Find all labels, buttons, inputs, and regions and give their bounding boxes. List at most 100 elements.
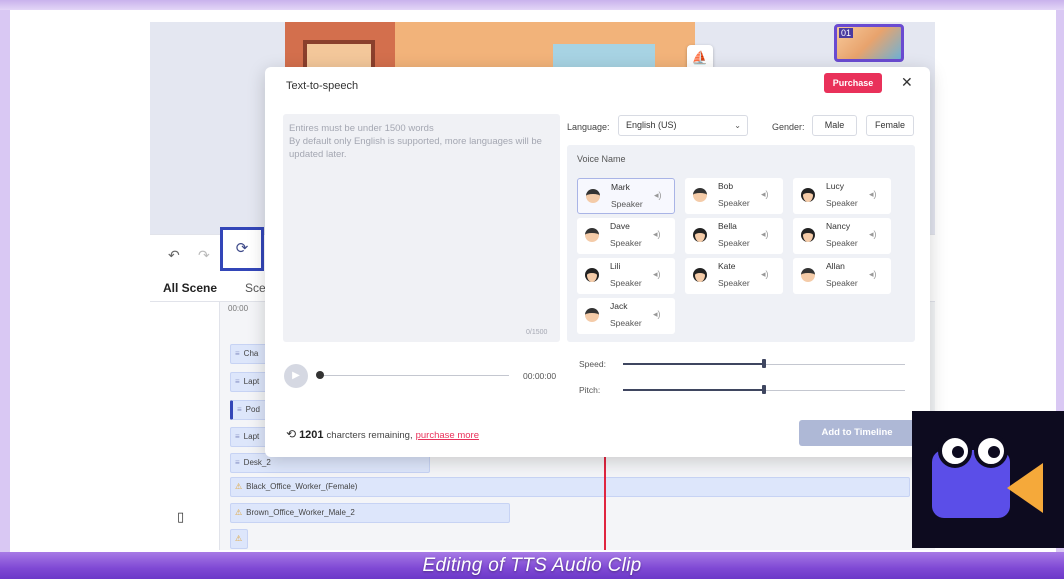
language-value: English (US) <box>626 120 677 130</box>
voice-card-mark[interactable]: Mark Speaker ◂) <box>577 178 675 214</box>
logo-eye-left <box>938 434 972 468</box>
voice-name: Mark <box>611 182 630 192</box>
gender-female-button[interactable]: Female <box>866 115 914 136</box>
remaining-text: charcters remaining, <box>326 430 413 441</box>
voice-card-allan[interactable]: Allan Speaker ◂) <box>793 258 891 294</box>
voice-name: Bella <box>718 221 737 231</box>
characters-remaining: ⟲ 1201 charcters remaining, purchase more <box>286 427 479 441</box>
speed-label: Speed: <box>579 359 606 369</box>
voice-role: Speaker <box>718 238 750 248</box>
scene-thumbnail[interactable]: 01 <box>834 24 904 62</box>
voice-name: Kate <box>718 261 736 271</box>
speaker-preview-icon[interactable]: ◂) <box>654 190 662 201</box>
app-logo <box>912 411 1064 548</box>
track-label: Lapt <box>243 377 260 386</box>
pitch-label: Pitch: <box>579 385 601 395</box>
caption-text: Editing of TTS Audio Clip <box>422 555 642 576</box>
avatar <box>801 228 815 242</box>
film-icon[interactable]: ▯ <box>177 509 184 525</box>
history-icon: ⟳ <box>235 240 249 257</box>
voice-role: Speaker <box>610 238 642 248</box>
frame-top <box>0 0 1064 10</box>
speaker-preview-icon[interactable]: ◂) <box>761 229 769 240</box>
play-icon[interactable]: ▶ <box>284 364 308 388</box>
prop-track-icon: ≡ <box>235 432 240 441</box>
add-to-timeline-button[interactable]: Add to Timeline <box>799 420 915 446</box>
voice-card-nancy[interactable]: Nancy Speaker ◂) <box>793 218 891 254</box>
tts-history-button[interactable]: ⟳ <box>220 227 264 271</box>
frame-left <box>0 10 10 555</box>
avatar <box>693 268 707 282</box>
voice-card-bella[interactable]: Bella Speaker ◂) <box>685 218 783 254</box>
voice-name: Allan <box>826 261 845 271</box>
voice-card-kate[interactable]: Kate Speaker ◂) <box>685 258 783 294</box>
purchase-more-link[interactable]: purchase more <box>416 430 479 441</box>
purchase-button[interactable]: Purchase <box>824 73 882 93</box>
track-label: Desk_2 <box>243 458 271 467</box>
speaker-preview-icon[interactable]: ◂) <box>761 269 769 280</box>
timeline-playhead[interactable] <box>604 455 606 550</box>
tab-scene[interactable]: Sce <box>245 281 266 295</box>
track-label: Cha <box>243 349 259 358</box>
character-track-icon: ⚠ <box>235 508 243 517</box>
avatar <box>585 268 599 282</box>
modal-title: Text-to-speech <box>286 80 359 92</box>
avatar <box>801 268 815 282</box>
remaining-count: 1201 <box>299 429 324 441</box>
voice-name: Nancy <box>826 221 851 231</box>
avatar <box>801 188 815 202</box>
thumbnail-number: 01 <box>839 28 854 38</box>
timeline-track[interactable]: ⚠ <box>230 529 248 549</box>
logo-camera-lens <box>1007 463 1043 513</box>
tab-all-scene[interactable]: All Scene <box>163 281 217 295</box>
voice-panel: Voice Name Mark Speaker ◂) Bob Speaker ◂) Lucy… <box>567 145 915 342</box>
voice-card-jack[interactable]: Jack Speaker ◂) <box>577 298 675 334</box>
gender-label: Gender: <box>772 122 805 132</box>
timeline-ruler-time: 00:00 <box>228 304 249 313</box>
tts-text-input[interactable]: Entires must be under 1500 words By defa… <box>283 114 560 342</box>
redo-icon[interactable]: ↷ <box>198 247 210 264</box>
voice-card-dave[interactable]: Dave Speaker ◂) <box>577 218 675 254</box>
voice-card-lili[interactable]: Lili Speaker ◂) <box>577 258 675 294</box>
undo-icon[interactable]: ↶ <box>168 247 180 264</box>
track-label: Brown_Office_Worker_Male_2 <box>246 508 355 517</box>
character-track-icon: ⚠ <box>235 482 243 491</box>
speaker-preview-icon[interactable]: ◂) <box>653 229 661 240</box>
language-select[interactable]: English (US) ⌄ <box>618 115 748 136</box>
voice-card-lucy[interactable]: Lucy Speaker ◂) <box>793 178 891 214</box>
playback-knob[interactable] <box>316 371 324 379</box>
playback-progress[interactable] <box>317 375 509 376</box>
character-track-icon: ⚠ <box>235 534 243 543</box>
voice-name: Dave <box>610 221 630 231</box>
gender-male-button[interactable]: Male <box>812 115 857 136</box>
speaker-preview-icon[interactable]: ◂) <box>653 309 661 320</box>
track-label: Black_Office_Worker_(Female) <box>246 482 358 491</box>
timeline-track[interactable]: ⚠ Black_Office_Worker_(Female) <box>230 477 910 497</box>
chevron-down-icon: ⌄ <box>734 121 741 130</box>
pitch-slider-knob[interactable] <box>762 385 766 394</box>
speaker-preview-icon[interactable]: ◂) <box>761 189 769 200</box>
logo-eye-right <box>974 434 1008 468</box>
speaker-preview-icon[interactable]: ◂) <box>653 269 661 280</box>
close-icon[interactable]: ✕ <box>901 74 913 91</box>
voice-role: Speaker <box>610 318 642 328</box>
avatar <box>585 308 599 322</box>
tts-modal: Text-to-speech Purchase ✕ Entires must b… <box>265 67 930 457</box>
playback-time: 00:00:00 <box>523 371 557 381</box>
avatar <box>585 228 599 242</box>
speaker-preview-icon[interactable]: ◂) <box>869 229 877 240</box>
track-label: Pod <box>245 405 260 414</box>
track-label: Lapt <box>243 432 260 441</box>
speaker-preview-icon[interactable]: ◂) <box>869 189 877 200</box>
voice-role: Speaker <box>718 198 750 208</box>
voice-card-bob[interactable]: Bob Speaker ◂) <box>685 178 783 214</box>
voice-name: Jack <box>610 301 628 311</box>
prop-track-icon: ≡ <box>235 349 240 358</box>
voice-name: Lili <box>610 261 621 271</box>
timeline-track[interactable]: ⚠ Brown_Office_Worker_Male_2 <box>230 503 510 523</box>
voice-role: Speaker <box>826 198 858 208</box>
prop-track-icon: ≡ <box>237 405 242 414</box>
speaker-preview-icon[interactable]: ◂) <box>869 269 877 280</box>
voice-role: Speaker <box>826 278 858 288</box>
speed-slider-knob[interactable] <box>762 359 766 368</box>
